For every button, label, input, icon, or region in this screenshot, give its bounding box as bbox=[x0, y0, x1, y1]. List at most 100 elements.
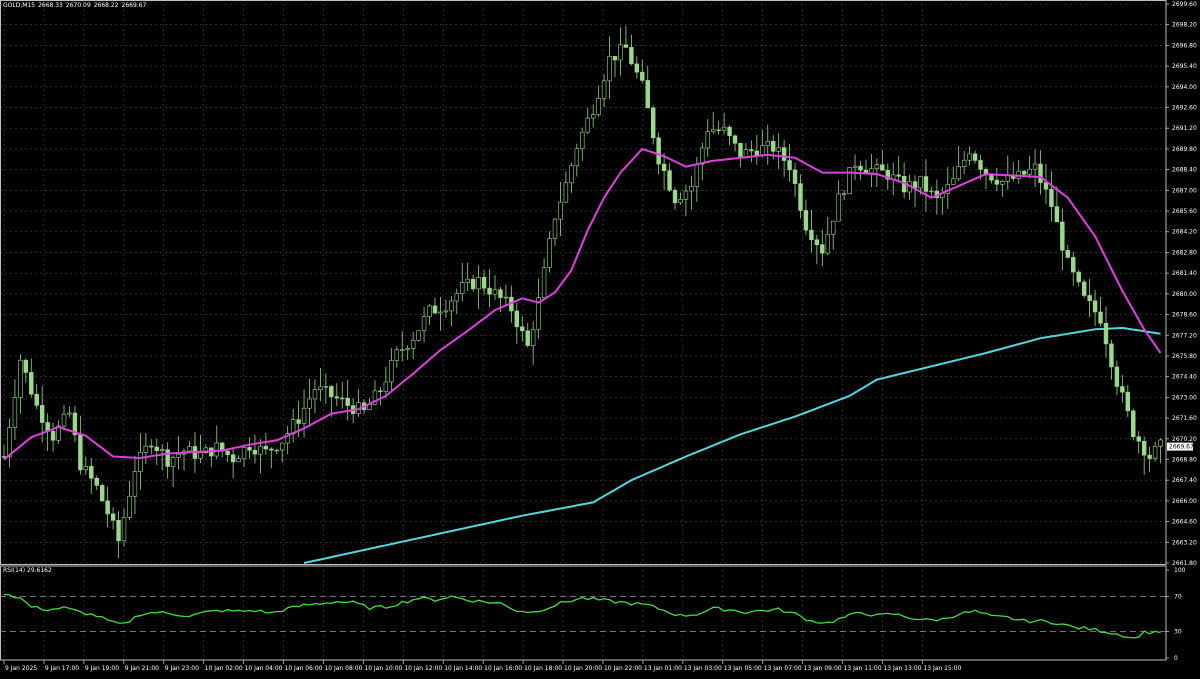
price-tick-label: 2666.00 bbox=[1172, 498, 1197, 505]
candle bbox=[487, 269, 492, 308]
candle-body bbox=[427, 305, 432, 317]
candle bbox=[1087, 278, 1092, 318]
candle-body bbox=[394, 349, 399, 361]
candle-body bbox=[236, 458, 241, 463]
candle-body bbox=[1098, 311, 1103, 324]
candle bbox=[1011, 162, 1016, 182]
time-tick-label: 10 Jan 06:00 bbox=[285, 665, 323, 672]
rsi-panel-border bbox=[0, 565, 1167, 661]
candle-body bbox=[230, 454, 236, 463]
candle bbox=[951, 166, 956, 186]
candle bbox=[187, 440, 192, 452]
time-axis: 9 Jan 2025 9 Jan 17:00 9 Jan 19:00 9 Jan 21… bbox=[3, 660, 962, 672]
close-value: 2669.67 bbox=[121, 2, 147, 9]
candle-body bbox=[1109, 343, 1114, 368]
candle-body bbox=[1103, 322, 1109, 345]
price-tick-label: 2674.40 bbox=[1172, 374, 1197, 381]
candle-body bbox=[951, 178, 956, 185]
candle bbox=[547, 231, 552, 273]
candle-body bbox=[978, 160, 983, 170]
candle-body bbox=[159, 449, 165, 452]
candle bbox=[661, 153, 667, 191]
candle bbox=[760, 129, 765, 158]
price-tick-label: 2680.00 bbox=[1172, 291, 1197, 298]
candle-body bbox=[721, 126, 727, 131]
time-tick-label: 9 Jan 19:00 bbox=[85, 665, 119, 672]
price-tick-label: 2661.80 bbox=[1172, 560, 1197, 567]
candle bbox=[814, 234, 820, 265]
price-tick-label: 2695.40 bbox=[1172, 63, 1197, 70]
candle-body bbox=[590, 114, 596, 119]
candle-body bbox=[520, 326, 525, 332]
candle-body bbox=[678, 198, 683, 204]
candle bbox=[896, 156, 901, 182]
candle-body bbox=[454, 293, 460, 302]
trading-chart-window[interactable]: 2699.60 2698.20 2696.80 2695.40 2694.00 2692.… bbox=[0, 0, 1200, 675]
candle-body bbox=[165, 449, 170, 467]
candle-body bbox=[258, 445, 263, 455]
candle-body bbox=[530, 328, 536, 346]
time-tick-label: 9 Jan 17:00 bbox=[45, 665, 79, 672]
candle-body bbox=[569, 165, 574, 184]
candle bbox=[678, 192, 683, 205]
candle bbox=[1076, 270, 1081, 287]
candle bbox=[329, 384, 334, 417]
candle bbox=[159, 444, 165, 471]
candle-body bbox=[787, 160, 792, 171]
candle-body bbox=[383, 381, 389, 392]
price-tick-label: 2675.80 bbox=[1172, 353, 1197, 360]
candle-body bbox=[307, 398, 312, 409]
candle bbox=[874, 158, 880, 188]
candle bbox=[12, 379, 18, 440]
candle-body bbox=[580, 131, 585, 149]
candle bbox=[776, 133, 781, 170]
candle bbox=[514, 302, 520, 344]
candle-body bbox=[94, 477, 99, 486]
candle bbox=[105, 486, 110, 528]
price-tick-label: 2664.60 bbox=[1172, 519, 1197, 526]
candle bbox=[618, 27, 623, 76]
candle bbox=[116, 511, 121, 559]
candle bbox=[132, 455, 138, 515]
candle-body bbox=[50, 431, 56, 441]
candle bbox=[683, 184, 689, 217]
price-tick-label: 2694.00 bbox=[1172, 84, 1197, 91]
candle-body bbox=[607, 55, 612, 82]
candle bbox=[836, 180, 841, 222]
candle bbox=[1016, 160, 1021, 184]
price-tick-label: 2671.60 bbox=[1172, 415, 1197, 422]
candle bbox=[269, 447, 274, 469]
time-tick-label: 13 Jan 03:00 bbox=[684, 665, 722, 672]
candle-body bbox=[23, 359, 29, 373]
candle-body bbox=[547, 238, 552, 268]
candle-body bbox=[836, 193, 841, 222]
candle-body bbox=[831, 220, 836, 235]
candle bbox=[241, 445, 247, 468]
candle bbox=[405, 345, 410, 360]
candle bbox=[263, 432, 269, 455]
candle bbox=[569, 162, 574, 193]
candle bbox=[214, 425, 219, 460]
candle bbox=[541, 258, 547, 300]
candle bbox=[629, 34, 634, 66]
candle-body bbox=[858, 165, 863, 171]
rsi-header: RSI(14) 29.6162 bbox=[3, 567, 52, 574]
candle-body bbox=[820, 244, 825, 254]
candle bbox=[23, 358, 29, 383]
time-tick-label: 10 Jan 16:00 bbox=[484, 665, 522, 672]
candle bbox=[438, 296, 443, 331]
candle-body bbox=[340, 397, 345, 400]
candle-body bbox=[710, 129, 716, 132]
candle bbox=[465, 262, 470, 291]
candle-body bbox=[296, 419, 301, 424]
candle bbox=[110, 507, 116, 530]
candle bbox=[689, 175, 694, 210]
candle-body bbox=[89, 466, 94, 479]
rsi-axis: 100 70 30 0 bbox=[1166, 567, 1186, 662]
candle bbox=[334, 383, 339, 407]
chart-canvas[interactable]: 2699.60 2698.20 2696.80 2695.40 2694.00 2692.… bbox=[0, 0, 1200, 675]
price-tick-label: 2668.80 bbox=[1172, 456, 1197, 463]
time-tick-label: 13 Jan 11:00 bbox=[844, 665, 882, 672]
price-tick-label: 2682.80 bbox=[1172, 249, 1197, 256]
candle bbox=[558, 181, 563, 236]
